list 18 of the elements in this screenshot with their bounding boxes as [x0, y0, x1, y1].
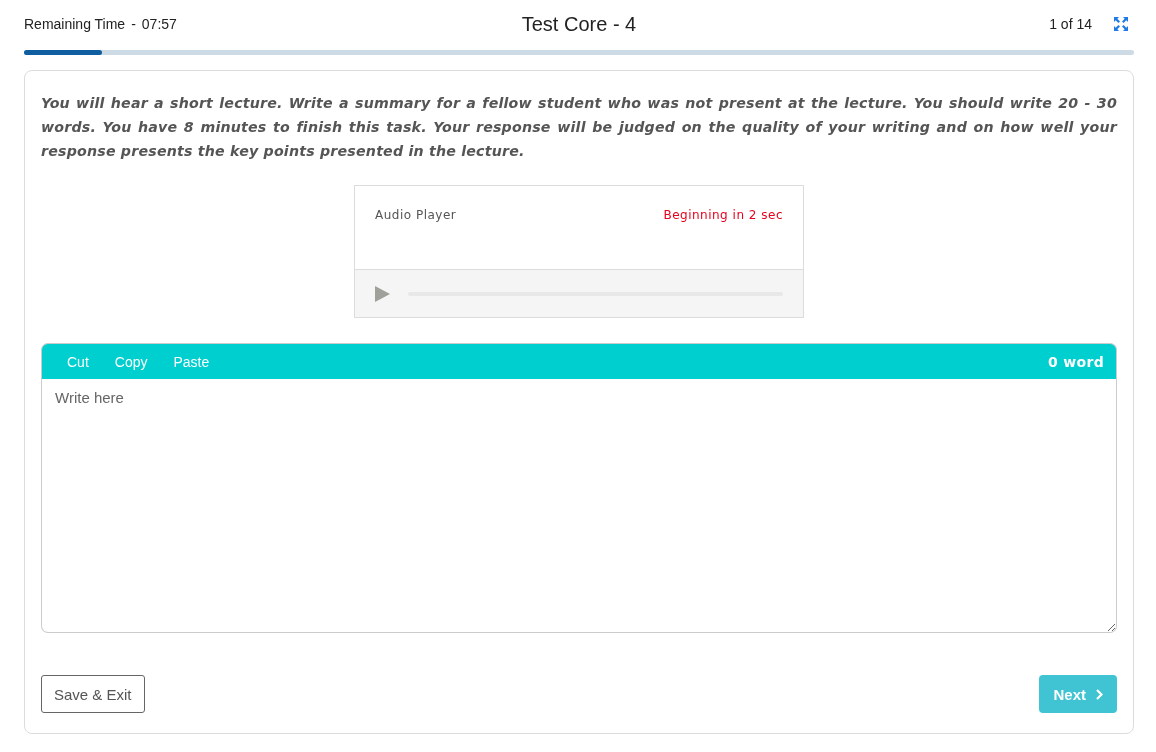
toolbar-button[interactable]: Cut — [54, 353, 102, 370]
word-count: 0 word — [1048, 353, 1104, 370]
audio-player-label: Audio Player — [375, 208, 457, 224]
toolbar-button[interactable]: Paste — [160, 353, 223, 370]
remaining-time: 07:57 — [141, 16, 177, 32]
toolbar-button[interactable]: Copy — [101, 353, 161, 370]
page-counter: 1 of 14 — [1049, 16, 1092, 32]
instructions: You will hear a short lecture. Write a summary for a fellow student who was not present at the lecture. You should write 20 - 30 words. You have 8 minutes to finish this task. Your response will be judged on the quality of your writing and on how well your response presents the key points presented in the lecture. — [41, 94, 1117, 161]
next-button[interactable]: Next — [1039, 675, 1117, 713]
chevron-right-icon — [1096, 688, 1103, 700]
audio-status: Beginning in 2 sec — [663, 208, 783, 224]
play-icon[interactable] — [375, 285, 390, 302]
response-field[interactable]: Write here — [41, 379, 1117, 633]
remaining-time-label: Remaining Time — [24, 16, 126, 32]
separator: - — [131, 16, 136, 32]
fullscreen-icon[interactable] — [1114, 17, 1128, 31]
test-title: Test Core - 4 — [521, 12, 637, 36]
save-exit-button[interactable]: Save & Exit — [41, 675, 145, 713]
